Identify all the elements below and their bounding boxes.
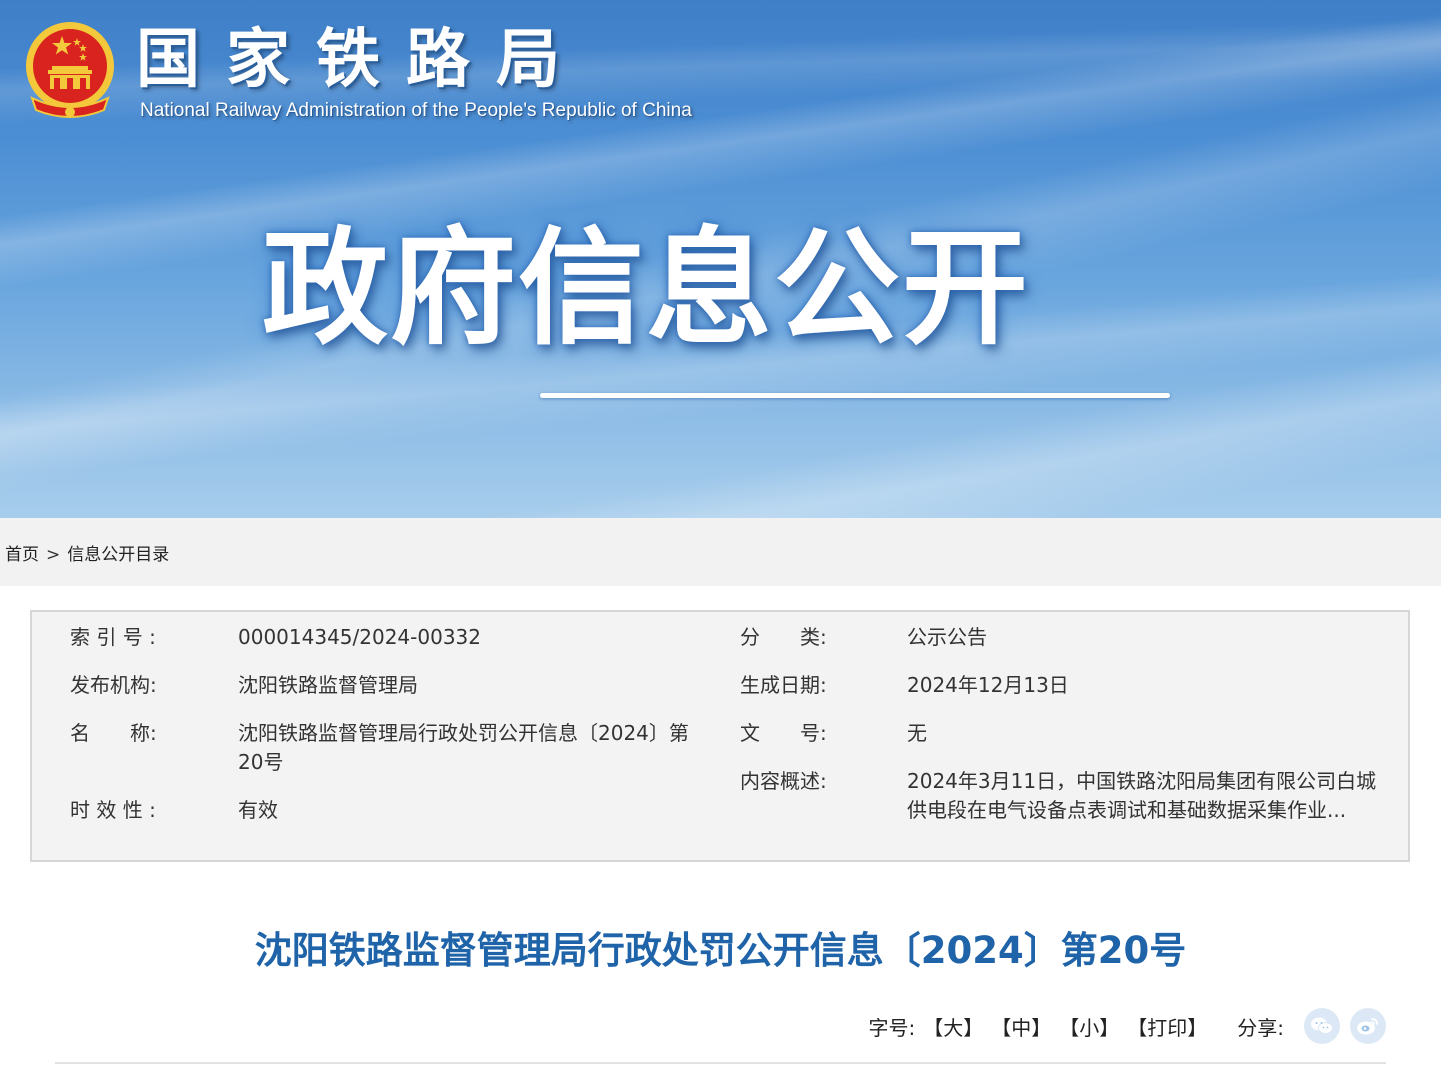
org-name-chinese: 国家铁路局: [136, 23, 586, 97]
org-name-english: National Railway Administration of the P…: [140, 100, 692, 121]
print-button[interactable]: 【打印】: [1127, 1012, 1207, 1041]
breadcrumb-bar: 首页 > 信息公开目录: [0, 518, 1441, 586]
content-divider: [55, 1062, 1386, 1064]
validity-value: 有效: [238, 798, 278, 822]
validity-label: 时 效 性 :: [70, 798, 156, 822]
doc-number-value: 无: [907, 721, 927, 745]
breadcrumb: 首页 > 信息公开目录: [5, 540, 169, 565]
index-number-value: 000014345/2024-00332: [238, 625, 481, 649]
national-emblem-icon: [26, 22, 114, 118]
index-number-label: 索 引 号 :: [70, 625, 156, 649]
banner-title: 政府信息公开: [262, 215, 1030, 362]
share-label: 分享:: [1237, 1015, 1284, 1040]
publisher-value: 沈阳铁路监督管理局: [238, 673, 418, 697]
weibo-icon: [1357, 1018, 1378, 1035]
content-area: 索 引 号 : 000014345/2024-00332 分 类: 公示公告 发…: [0, 586, 1441, 1080]
publisher-label: 发布机构:: [70, 673, 157, 697]
doc-name-value: 沈阳铁路监督管理局行政处罚公开信息〔2024〕第20号: [238, 721, 689, 774]
summary-label: 内容概述:: [740, 769, 827, 793]
font-small-button[interactable]: 【小】: [1059, 1012, 1119, 1041]
font-large-button[interactable]: 【大】: [923, 1012, 983, 1041]
banner-underline: [540, 393, 1170, 398]
breadcrumb-home-link[interactable]: 首页: [5, 545, 39, 565]
wechat-icon: [1311, 1017, 1333, 1034]
date-label: 生成日期:: [740, 673, 827, 697]
wechat-share-button[interactable]: [1304, 1008, 1340, 1044]
article-toolbar: 字号: 【大】 【中】 【小】 【打印】 分享:: [868, 1008, 1386, 1044]
info-metadata-box: 索 引 号 : 000014345/2024-00332 分 类: 公示公告 发…: [30, 610, 1410, 862]
category-label: 分 类:: [740, 625, 827, 649]
breadcrumb-separator: >: [46, 545, 61, 565]
doc-number-label: 文 号:: [740, 721, 827, 745]
font-size-label: 字号:: [868, 1015, 916, 1040]
category-value: 公示公告: [907, 625, 987, 649]
summary-value: 2024年3月11日，中国铁路沈阳局集团有限公司白城供电段在电气设备点表调试和基…: [907, 769, 1377, 822]
article-title: 沈阳铁路监督管理局行政处罚公开信息〔2024〕第20号: [254, 929, 1187, 972]
breadcrumb-current-link[interactable]: 信息公开目录: [67, 545, 169, 565]
font-medium-button[interactable]: 【中】: [991, 1012, 1051, 1041]
date-value: 2024年12月13日: [907, 673, 1069, 697]
weibo-share-button[interactable]: [1350, 1008, 1386, 1044]
header-banner: 国家铁路局 National Railway Administration of…: [0, 0, 1441, 518]
page: 国家铁路局 National Railway Administration of…: [0, 0, 1441, 1080]
doc-name-label: 名 称:: [70, 721, 157, 745]
